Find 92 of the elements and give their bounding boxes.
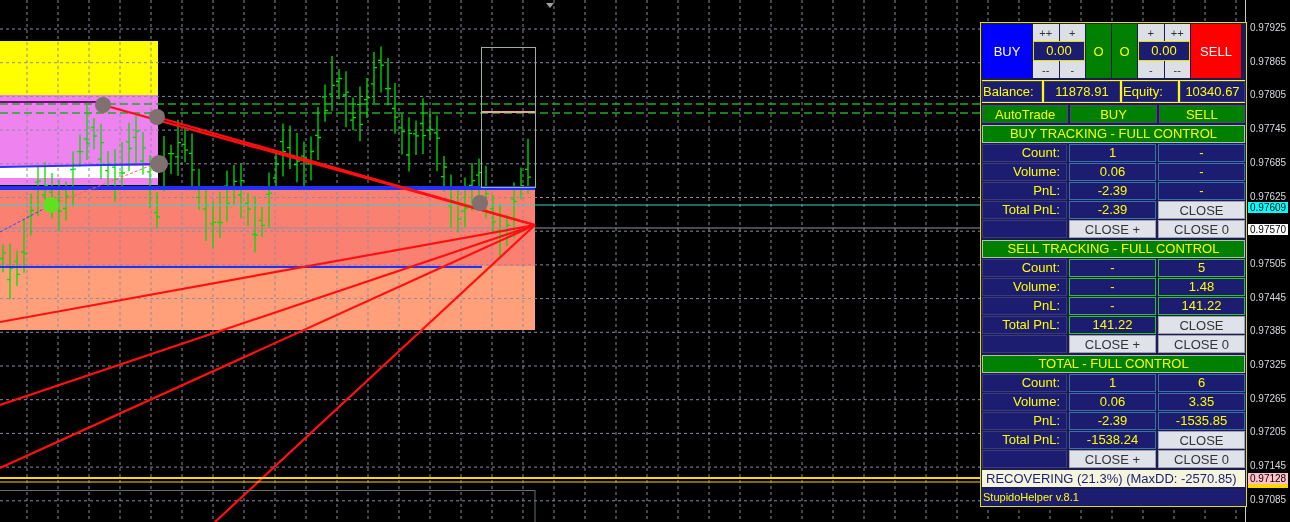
table-cell: 3.35 xyxy=(1158,393,1245,411)
section-title: TOTAL - FULL CONTROL xyxy=(982,355,1245,373)
increase-button[interactable]: ++ xyxy=(1033,24,1059,41)
table-cell: 1 xyxy=(1069,374,1156,392)
price-label: 0.97265 xyxy=(1250,393,1287,404)
table-cell: 141.22 xyxy=(1158,297,1245,315)
equity-value: 10340.67 xyxy=(1180,81,1245,102)
row-label: Count: xyxy=(982,144,1067,162)
close-button[interactable]: CLOSE + xyxy=(1069,335,1156,353)
row-label: Total PnL: xyxy=(982,316,1067,334)
row-label: PnL: xyxy=(982,297,1067,315)
table-cell: - xyxy=(1069,297,1156,315)
price-label: 0.97505 xyxy=(1250,258,1287,269)
row-label: Count: xyxy=(982,259,1067,277)
status-message: RECOVERING (21.3%) (MaxDD: -2570.85) xyxy=(982,470,1245,487)
close-button[interactable]: CLOSE + xyxy=(1069,220,1156,238)
table-cell: - xyxy=(1158,144,1245,162)
price-label: 0.97085 xyxy=(1250,494,1287,505)
price-tag: 0.97609 xyxy=(1248,202,1289,214)
price-tag: 0.97570 xyxy=(1248,224,1289,236)
price-label: 0.97745 xyxy=(1250,124,1287,135)
row-label: PnL: xyxy=(982,412,1067,430)
increase-button[interactable]: + xyxy=(1059,24,1085,41)
order-marker-icon xyxy=(95,97,111,113)
row-label: Volume: xyxy=(982,278,1067,296)
open-button[interactable]: O xyxy=(1086,24,1111,78)
table-cell: 6 xyxy=(1158,374,1245,392)
price-label: 0.97865 xyxy=(1250,56,1287,67)
close-button[interactable]: CLOSE xyxy=(1158,316,1245,334)
mode-button[interactable]: SELL xyxy=(1158,105,1245,123)
order-marker-icon xyxy=(43,197,59,213)
table-cell: - xyxy=(1158,182,1245,200)
order-marker-icon xyxy=(149,109,165,125)
row-label: Total PnL: xyxy=(982,431,1067,449)
increase-button[interactable]: + xyxy=(1138,24,1164,41)
section-title: SELL TRACKING - FULL CONTROL xyxy=(982,240,1245,258)
decrease-button[interactable]: -- xyxy=(1164,61,1190,78)
price-tag: 0.97128 xyxy=(1248,472,1289,484)
balance-label: Balance: xyxy=(982,81,1042,102)
price-label: 0.97325 xyxy=(1250,360,1287,370)
table-cell: -2.39 xyxy=(1069,412,1156,430)
close-button[interactable]: CLOSE 0 xyxy=(1158,335,1245,353)
table-cell: 0.06 xyxy=(1069,393,1156,411)
table-cell: -2.39 xyxy=(1069,201,1156,219)
sell-button[interactable]: SELL xyxy=(1191,24,1241,78)
open-button[interactable]: O xyxy=(1112,24,1137,78)
mode-button[interactable]: BUY xyxy=(1070,105,1157,123)
row-label: Count: xyxy=(982,374,1067,392)
version-label: StupidoHelper v.8.1 xyxy=(982,489,1245,505)
table-cell: 1 xyxy=(1069,144,1156,162)
table-cell: 1.48 xyxy=(1158,278,1245,296)
increase-button[interactable]: ++ xyxy=(1164,24,1190,41)
table-cell: -2.39 xyxy=(1069,182,1156,200)
table-cell: -1538.24 xyxy=(1069,431,1156,449)
level-line xyxy=(481,111,536,113)
close-button[interactable]: CLOSE + xyxy=(1069,450,1156,468)
price-label: 0.97925 xyxy=(1250,23,1287,33)
table-cell: 5 xyxy=(1158,259,1245,277)
price-label: 0.97445 xyxy=(1250,292,1287,303)
row-label: Total PnL: xyxy=(982,201,1067,219)
table-cell: 141.22 xyxy=(1069,316,1156,334)
mode-button[interactable]: AutoTrade xyxy=(982,105,1069,123)
section-title: BUY TRACKING - FULL CONTROL xyxy=(982,125,1245,143)
order-marker-icon xyxy=(472,195,488,211)
price-label: 0.97385 xyxy=(1250,326,1287,337)
row-label: Volume: xyxy=(982,393,1067,411)
decrease-button[interactable]: - xyxy=(1138,61,1164,78)
price-label: 0.97145 xyxy=(1250,461,1287,472)
price-label: 0.97625 xyxy=(1250,191,1287,202)
order-marker-icon xyxy=(150,155,168,173)
balance-value: 11878.91 xyxy=(1044,81,1120,102)
decrease-button[interactable]: - xyxy=(1059,61,1085,78)
price-label: 0.97205 xyxy=(1250,427,1287,438)
table-cell: - xyxy=(1069,259,1156,277)
table-cell: - xyxy=(1069,278,1156,296)
table-cell: 0.06 xyxy=(1069,163,1156,181)
lot-input-field[interactable]: 0.00 xyxy=(1138,41,1190,61)
close-button[interactable]: CLOSE 0 xyxy=(1158,450,1245,468)
price-label: 0.97685 xyxy=(1250,157,1287,168)
scroll-marker-icon[interactable] xyxy=(546,3,554,8)
close-button[interactable]: CLOSE 0 xyxy=(1158,220,1245,238)
buy-button[interactable]: BUY xyxy=(982,24,1032,78)
close-button[interactable]: CLOSE xyxy=(1158,431,1245,449)
lot-input-field[interactable]: 0.00 xyxy=(1033,41,1085,61)
close-button[interactable]: CLOSE xyxy=(1158,201,1245,219)
decrease-button[interactable]: -- xyxy=(1033,61,1059,78)
row-label: Volume: xyxy=(982,163,1067,181)
equity-label: Equity: xyxy=(1122,81,1178,102)
row-label: PnL: xyxy=(982,182,1067,200)
table-cell: -1535.85 xyxy=(1158,412,1245,430)
price-label: 0.97805 xyxy=(1250,90,1287,101)
table-cell: - xyxy=(1158,163,1245,181)
